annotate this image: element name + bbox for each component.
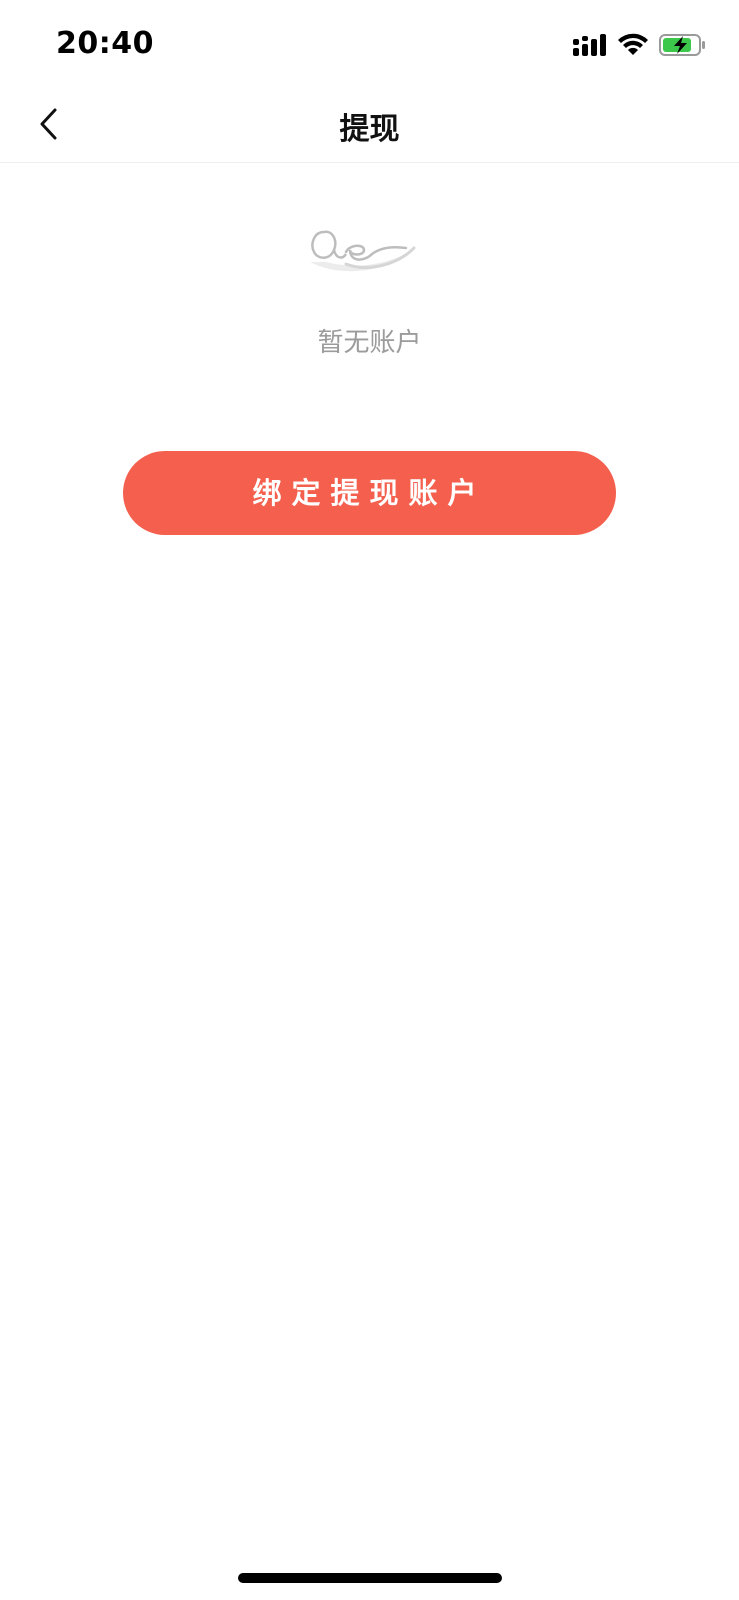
bind-withdraw-account-button[interactable]: 绑定提现账户 xyxy=(123,451,616,535)
navigation-bar: 提现 xyxy=(0,92,739,163)
cellular-signal-icon xyxy=(573,34,607,56)
empty-scribble-illustration xyxy=(306,218,422,280)
status-bar: 20:40 xyxy=(0,0,739,92)
status-icons xyxy=(573,28,707,62)
page-title: 提现 xyxy=(339,112,400,147)
battery-charging-icon xyxy=(659,33,707,57)
home-indicator[interactable] xyxy=(238,1573,502,1583)
empty-state-text: 暂无账户 xyxy=(317,328,422,358)
withdraw-screen: 20:40 提现 暂无账户 绑定提现账户 xyxy=(0,0,739,1600)
status-time: 20:40 xyxy=(56,26,154,61)
wifi-icon xyxy=(617,33,649,57)
